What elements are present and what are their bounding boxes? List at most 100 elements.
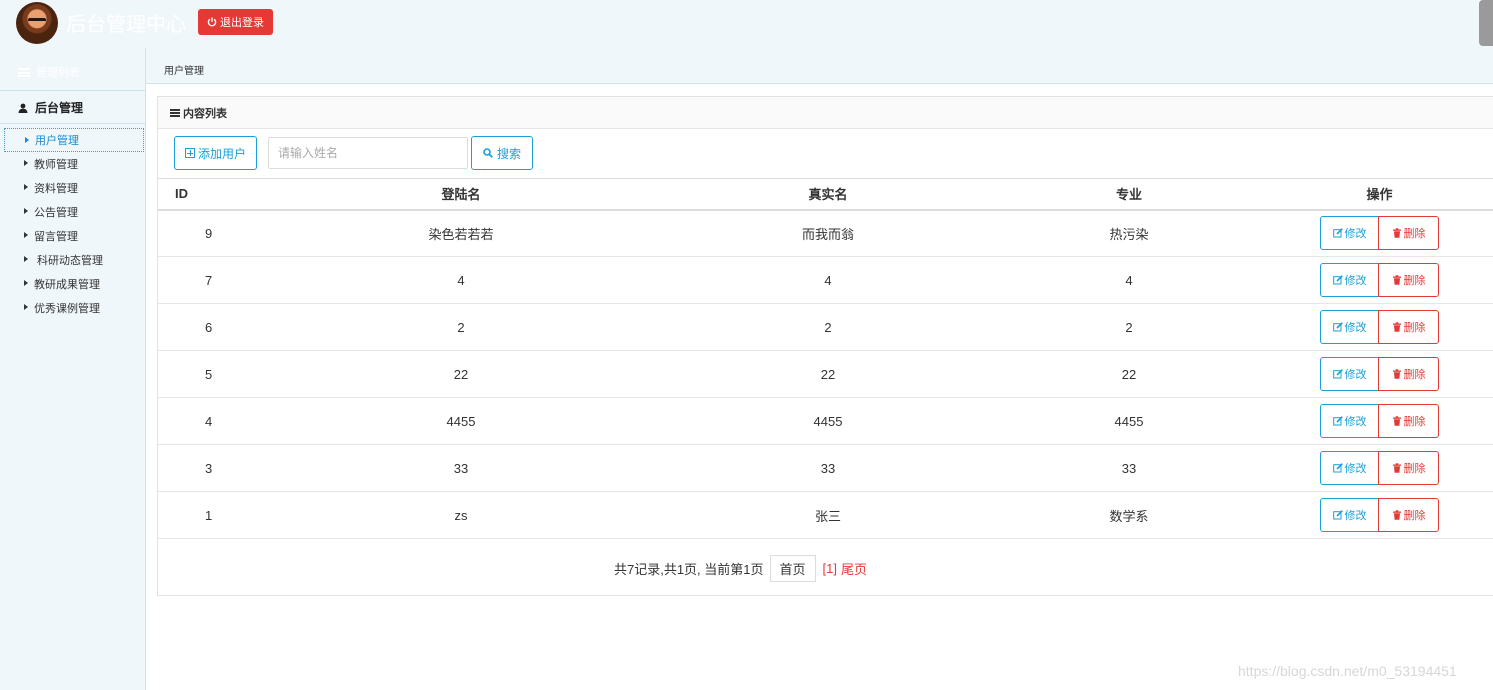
delete-label: 删除 bbox=[1403, 275, 1426, 287]
search-button[interactable]: 搜索 bbox=[471, 136, 533, 170]
delete-label: 删除 bbox=[1403, 228, 1426, 241]
edit-button[interactable]: 修改 bbox=[1320, 357, 1379, 391]
sidebar-title-label: 管理列表 bbox=[36, 67, 80, 79]
caret-right-icon bbox=[24, 280, 28, 286]
cell-major: 数学系 bbox=[1109, 508, 1149, 524]
content-panel: 内容列表 添加用户 搜索 ID 登陆名 真实名 专业 操作 9 染色若若若 而我而翁… bbox=[157, 96, 1493, 596]
cell-id: 9 bbox=[205, 225, 213, 241]
sidebar-item-research-results-management[interactable]: 教研成果管理 bbox=[4, 272, 144, 296]
sidebar-item-research-news-management[interactable]: 科研动态管理 bbox=[4, 248, 144, 272]
cell-actions: 修改 删除 bbox=[1266, 304, 1493, 351]
cell-real-name: 33 bbox=[820, 460, 836, 476]
logout-label: 退出登录 bbox=[220, 17, 264, 29]
panel-header: 内容列表 bbox=[158, 97, 1493, 129]
cell-login-name: 33 bbox=[453, 460, 469, 476]
toolbar: 添加用户 搜索 bbox=[174, 136, 533, 170]
sidebar-item-excellent-lessons-management[interactable]: 优秀课例管理 bbox=[4, 296, 144, 320]
column-header-login-name: 登陆名 bbox=[441, 187, 481, 203]
cell-real-name: 22 bbox=[820, 366, 836, 382]
row-actions: 修改 删除 bbox=[1320, 498, 1439, 532]
cell-id: 6 bbox=[205, 319, 213, 335]
cell-login-name: 染色若若若 bbox=[428, 226, 494, 242]
last-page-link[interactable]: 尾页 bbox=[841, 559, 867, 578]
edit-button[interactable]: 修改 bbox=[1320, 263, 1379, 297]
cell-id: 1 bbox=[205, 507, 213, 523]
scrollbar-thumb[interactable] bbox=[1479, 0, 1493, 46]
sidebar-item-material-management[interactable]: 资料管理 bbox=[4, 176, 144, 200]
trash-icon bbox=[1392, 275, 1401, 285]
caret-right-icon bbox=[25, 137, 29, 143]
sidebar-item-user-management[interactable]: 用户管理 bbox=[4, 128, 144, 152]
edit-icon bbox=[1332, 463, 1343, 473]
edit-button[interactable]: 修改 bbox=[1320, 310, 1379, 344]
table-row: 3 33 33 33 修改 删除 bbox=[158, 445, 1493, 492]
cell-id: 4 bbox=[205, 413, 213, 429]
edit-label: 修改 bbox=[1344, 510, 1367, 522]
cell-real-name: 而我而翁 bbox=[801, 226, 854, 242]
delete-label: 删除 bbox=[1403, 510, 1426, 522]
sidebar-item-teacher-management[interactable]: 教师管理 bbox=[4, 152, 144, 176]
edit-icon bbox=[1332, 275, 1343, 285]
search-icon bbox=[483, 148, 493, 158]
delete-button[interactable]: 删除 bbox=[1378, 404, 1439, 438]
delete-label: 删除 bbox=[1403, 369, 1426, 381]
caret-right-icon bbox=[24, 304, 28, 310]
caret-right-icon bbox=[24, 208, 28, 214]
cell-id: 7 bbox=[205, 272, 213, 288]
search-label: 搜索 bbox=[496, 146, 521, 161]
add-user-label: 添加用户 bbox=[197, 146, 246, 161]
delete-label: 删除 bbox=[1403, 416, 1426, 428]
table-row: 1 zs 张三 数学系 修改 删除 bbox=[158, 492, 1493, 539]
trash-icon bbox=[1392, 463, 1401, 473]
edit-button[interactable]: 修改 bbox=[1320, 451, 1379, 485]
delete-button[interactable]: 删除 bbox=[1378, 357, 1439, 391]
delete-label: 删除 bbox=[1403, 322, 1426, 334]
edit-label: 修改 bbox=[1344, 228, 1367, 241]
edit-button[interactable]: 修改 bbox=[1320, 498, 1379, 532]
caret-right-icon bbox=[24, 160, 28, 166]
row-actions: 修改 删除 bbox=[1320, 263, 1439, 297]
table-row: 7 4 4 4 修改 删除 bbox=[158, 257, 1493, 304]
first-page-button[interactable]: 首页 bbox=[769, 555, 816, 582]
search-input[interactable] bbox=[268, 137, 468, 169]
edit-label: 修改 bbox=[1344, 322, 1367, 334]
user-icon bbox=[18, 103, 28, 113]
edit-label: 修改 bbox=[1344, 416, 1367, 428]
edit-button[interactable]: 修改 bbox=[1320, 404, 1379, 438]
divider bbox=[0, 90, 145, 91]
table-header-row: ID 登陆名 真实名 专业 操作 bbox=[158, 178, 1493, 210]
sidebar-group-admin[interactable]: 后台管理 bbox=[0, 92, 145, 124]
delete-button[interactable]: 删除 bbox=[1378, 263, 1439, 297]
add-user-button[interactable]: 添加用户 bbox=[174, 136, 257, 170]
cell-login-name: 2 bbox=[457, 319, 465, 335]
cell-real-name: 4 bbox=[824, 272, 832, 288]
plus-square-icon bbox=[184, 148, 195, 158]
edit-label: 修改 bbox=[1344, 275, 1367, 287]
logout-button[interactable]: 退出登录 bbox=[198, 9, 273, 35]
caret-right-icon bbox=[24, 184, 28, 190]
column-header-id: ID bbox=[175, 186, 188, 202]
cell-actions: 修改 删除 bbox=[1266, 445, 1493, 492]
edit-icon bbox=[1332, 369, 1343, 379]
current-page[interactable]: [1] bbox=[823, 561, 837, 576]
cell-actions: 修改 删除 bbox=[1266, 210, 1493, 257]
delete-button[interactable]: 删除 bbox=[1378, 310, 1439, 344]
sidebar-group-label: 后台管理 bbox=[35, 101, 84, 115]
cell-real-name: 2 bbox=[824, 319, 832, 335]
cell-major: 热污染 bbox=[1109, 226, 1149, 242]
edit-icon bbox=[1332, 228, 1343, 238]
row-actions: 修改 删除 bbox=[1320, 357, 1439, 391]
table-row: 4 4455 4455 4455 修改 删除 bbox=[158, 398, 1493, 445]
cell-id: 3 bbox=[205, 460, 213, 476]
sidebar-item-message-management[interactable]: 留言管理 bbox=[4, 224, 144, 248]
sidebar-item-notice-management[interactable]: 公告管理 bbox=[4, 200, 144, 224]
trash-icon bbox=[1392, 510, 1401, 520]
cell-actions: 修改 删除 bbox=[1266, 351, 1493, 398]
edit-icon bbox=[1332, 416, 1343, 426]
delete-button[interactable]: 删除 bbox=[1378, 498, 1439, 532]
table-row: 6 2 2 2 修改 删除 bbox=[158, 304, 1493, 351]
cell-major: 22 bbox=[1121, 366, 1137, 382]
delete-button[interactable]: 删除 bbox=[1378, 451, 1439, 485]
edit-button[interactable]: 修改 bbox=[1320, 216, 1379, 251]
delete-button[interactable]: 删除 bbox=[1378, 216, 1439, 251]
